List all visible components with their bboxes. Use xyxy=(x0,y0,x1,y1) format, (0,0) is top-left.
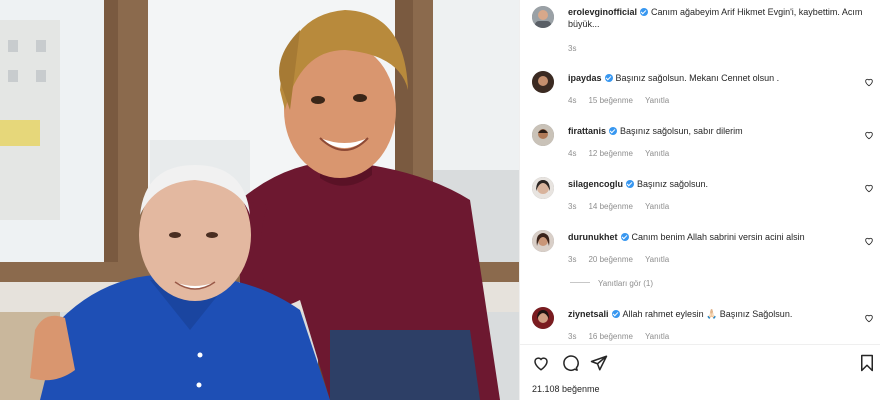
view-replies-label: Yanıtları gör (1) xyxy=(598,279,653,288)
comment-text-block: ipaydas Başınız sağolsun. Mekanı Cennet o… xyxy=(568,72,858,84)
heart-icon[interactable] xyxy=(532,354,550,372)
comment-likes[interactable]: 16 beğenme xyxy=(588,332,632,341)
comment-likes[interactable]: 12 beğenme xyxy=(588,149,632,158)
comment-meta: 3s 16 beğenme Yanıtla xyxy=(568,332,681,341)
comment-meta: 3s 14 beğenme Yanıtla xyxy=(568,202,681,211)
comment-meta: 4s 15 beğenme Yanıtla xyxy=(568,96,681,105)
likes-count[interactable]: 21.108 beğenme xyxy=(532,384,600,394)
verified-badge-icon xyxy=(609,127,618,135)
comment-text: Başınız sağolsun. xyxy=(637,179,709,189)
comment-time: 3s xyxy=(568,255,577,264)
comment-text-block: silagencoglu Başınız sağolsun. xyxy=(568,178,858,190)
comments-panel: erolevginofficial Canım ağabeyim Arif Hik… xyxy=(519,0,880,400)
comment-likes[interactable]: 15 beğenme xyxy=(588,96,632,105)
commenter-avatar[interactable] xyxy=(532,71,554,93)
comment-time: 4s xyxy=(568,96,577,105)
reply-button[interactable]: Yanıtla xyxy=(645,332,669,341)
reply-button[interactable]: Yanıtla xyxy=(645,149,669,158)
share-icon[interactable] xyxy=(590,354,608,372)
reply-button[interactable]: Yanıtla xyxy=(645,202,669,211)
verified-badge-icon xyxy=(611,310,620,318)
post-time: 3s xyxy=(568,44,577,53)
commenter-avatar[interactable] xyxy=(532,124,554,146)
comment-username[interactable]: durunukhet xyxy=(568,232,618,242)
comment-time: 3s xyxy=(568,202,577,211)
comment-text: Canım benim Allah sabrini versin acini a… xyxy=(631,232,805,242)
comment-username[interactable]: ipaydas xyxy=(568,73,602,83)
comment-time: 4s xyxy=(568,149,577,158)
replies-divider-line xyxy=(570,282,590,283)
photo-illustration xyxy=(0,0,519,400)
comment-text: Başınız sağolsun. Mekanı Cennet olsun . xyxy=(615,73,780,83)
caption-text-block: erolevginofficial Canım ağabeyim Arif Hik… xyxy=(568,6,868,30)
comment-meta: 4s 12 beğenme Yanıtla xyxy=(568,149,681,158)
comment-username[interactable]: silagencoglu xyxy=(568,179,623,189)
actions-divider xyxy=(520,344,880,345)
reply-button[interactable]: Yanıtla xyxy=(645,96,669,105)
comment-text: Allah rahmet eylesin 🙏🏻 Başınız Sağolsun… xyxy=(622,309,793,319)
heart-icon[interactable] xyxy=(864,313,874,323)
commenter-avatar[interactable] xyxy=(532,177,554,199)
verified-badge-icon xyxy=(620,233,629,241)
post-author-name[interactable]: erolevginofficial xyxy=(568,7,637,17)
comment-meta: 3s 20 beğenme Yanıtla xyxy=(568,255,681,264)
comment-time: 3s xyxy=(568,332,577,341)
reply-button[interactable]: Yanıtla xyxy=(645,255,669,264)
comment-text-block: firattanis Başınız sağolsun, sabır dileri… xyxy=(568,125,858,137)
heart-icon[interactable] xyxy=(864,77,874,87)
view-replies-button[interactable]: Yanıtları gör (1) xyxy=(570,279,653,288)
heart-icon[interactable] xyxy=(864,130,874,140)
comment-likes[interactable]: 14 beğenme xyxy=(588,202,632,211)
commenter-avatar[interactable] xyxy=(532,307,554,329)
author-avatar[interactable] xyxy=(532,6,554,28)
comment-text-block: durunukhet Canım benim Allah sabrini vers… xyxy=(568,231,858,243)
post-photo[interactable] xyxy=(0,0,519,400)
comment-likes[interactable]: 20 beğenme xyxy=(588,255,632,264)
verified-badge-icon xyxy=(640,8,649,16)
heart-icon[interactable] xyxy=(864,236,874,246)
post-meta: 3s xyxy=(568,44,588,53)
verified-badge-icon xyxy=(604,74,613,82)
likes-count-text: 21.108 beğenme xyxy=(532,384,600,394)
comment-icon[interactable] xyxy=(561,354,579,372)
commenter-avatar[interactable] xyxy=(532,230,554,252)
bookmark-icon[interactable] xyxy=(858,354,876,372)
comment-username[interactable]: firattanis xyxy=(568,126,606,136)
comment-text: Başınız sağolsun, sabır dilerim xyxy=(620,126,743,136)
verified-badge-icon xyxy=(626,180,635,188)
comment-text-block: ziynetsali Allah rahmet eylesin 🙏🏻 Başını… xyxy=(568,308,858,320)
heart-icon[interactable] xyxy=(864,183,874,193)
comment-username[interactable]: ziynetsali xyxy=(568,309,609,319)
